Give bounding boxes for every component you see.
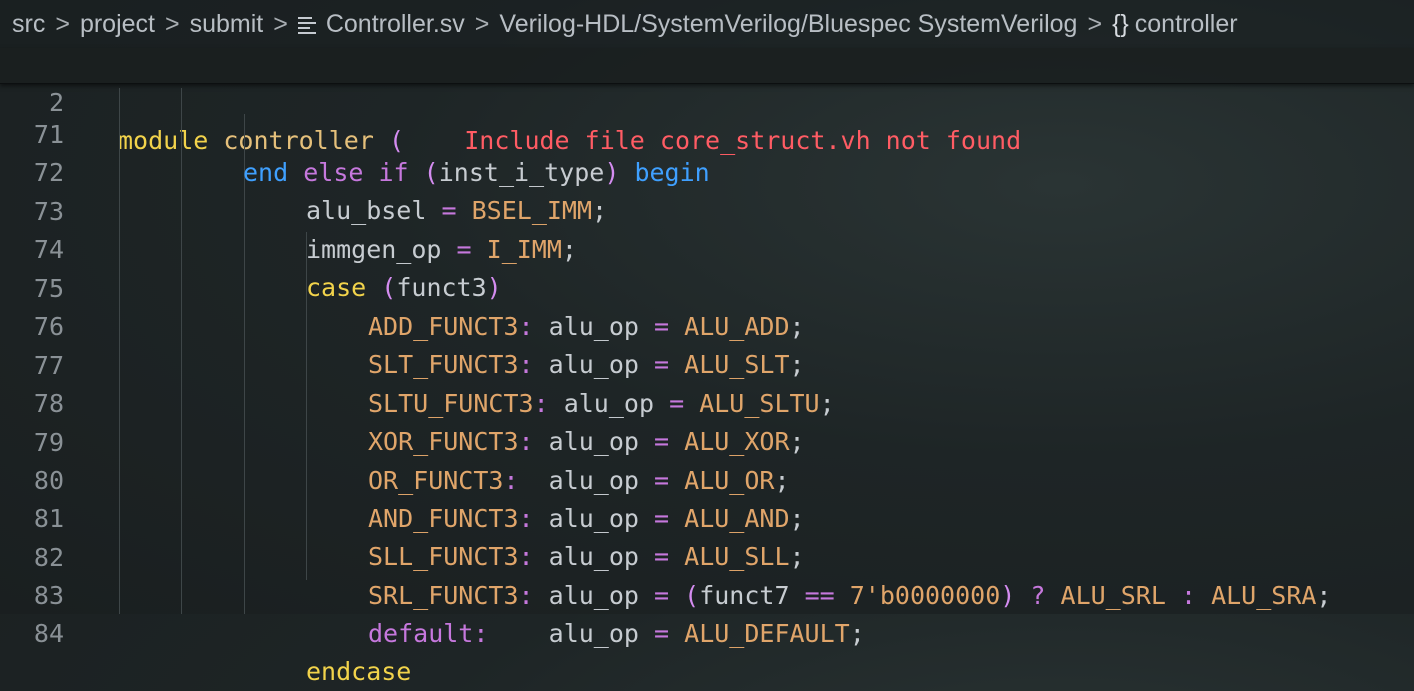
code-content: endcase bbox=[306, 653, 411, 691]
symbol-braces-icon: {} bbox=[1112, 9, 1129, 38]
token-constant: ALU_DEFAULT bbox=[684, 619, 850, 648]
code-line[interactable]: 76 SLT_FUNCT3: alu_op = ALU_SLT; bbox=[0, 270, 1414, 379]
breadcrumb-item-file[interactable]: Controller.sv bbox=[326, 10, 465, 39]
code-line[interactable]: 73 immgen_op = I_IMM; bbox=[0, 155, 1414, 264]
token-operator: : bbox=[473, 619, 489, 648]
code-line[interactable]: 77 SLTU_FUNCT3: alu_op = ALU_SLTU; bbox=[0, 309, 1414, 418]
breadcrumb: src > project > submit > Controller.sv >… bbox=[0, 0, 1414, 48]
token-keyword: default bbox=[368, 619, 474, 648]
code-line[interactable]: 81 SLL_FUNCT3: alu_op = ALU_SLL; bbox=[0, 462, 1414, 571]
token-operator: = bbox=[654, 619, 670, 648]
breadcrumb-item-src[interactable]: src bbox=[12, 10, 45, 39]
code-line[interactable]: 75 ADD_FUNCT3: alu_op = ALU_ADD; bbox=[0, 232, 1414, 341]
chevron-right-icon: > bbox=[164, 9, 180, 38]
code-content: default: alu_op = ALU_DEFAULT; bbox=[368, 615, 865, 653]
token-keyword: endcase bbox=[306, 657, 412, 686]
code-line[interactable]: 84 endcase bbox=[0, 577, 1414, 686]
breadcrumb-item-language[interactable]: Verilog-HDL/SystemVerilog/Bluespec Syste… bbox=[499, 10, 1077, 39]
code-line[interactable]: 71 end else if (inst_i_type) begin bbox=[0, 78, 1414, 187]
code-line[interactable]: 83 default: alu_op = ALU_DEFAULT; bbox=[0, 539, 1414, 648]
breadcrumb-item-submit[interactable]: submit bbox=[190, 10, 264, 39]
code-line[interactable]: 74 case (funct3) bbox=[0, 193, 1414, 302]
code-line[interactable]: 72 alu_bsel = BSEL_IMM; bbox=[0, 116, 1414, 225]
token-identifier: alu_op bbox=[548, 619, 639, 648]
code-line[interactable]: 79 OR_FUNCT3: alu_op = ALU_OR; bbox=[0, 386, 1414, 495]
code-line[interactable]: 82 SRL_FUNCT3: alu_op = (funct7 == 7'b00… bbox=[0, 501, 1414, 610]
line-number: 84 bbox=[33, 619, 64, 648]
breadcrumb-item-project[interactable]: project bbox=[80, 10, 155, 39]
chevron-right-icon: > bbox=[1087, 9, 1103, 38]
code-line[interactable]: 78 XOR_FUNCT3: alu_op = ALU_XOR; bbox=[0, 347, 1414, 456]
code-line[interactable]: 80 AND_FUNCT3: alu_op = ALU_AND; bbox=[0, 424, 1414, 533]
chevron-right-icon: > bbox=[55, 9, 70, 38]
chevron-right-icon: > bbox=[474, 9, 490, 38]
token-punct: ; bbox=[849, 619, 865, 648]
file-lines-icon bbox=[297, 17, 316, 34]
chevron-right-icon: > bbox=[273, 9, 288, 38]
breadcrumb-item-symbol[interactable]: controller bbox=[1135, 10, 1238, 39]
